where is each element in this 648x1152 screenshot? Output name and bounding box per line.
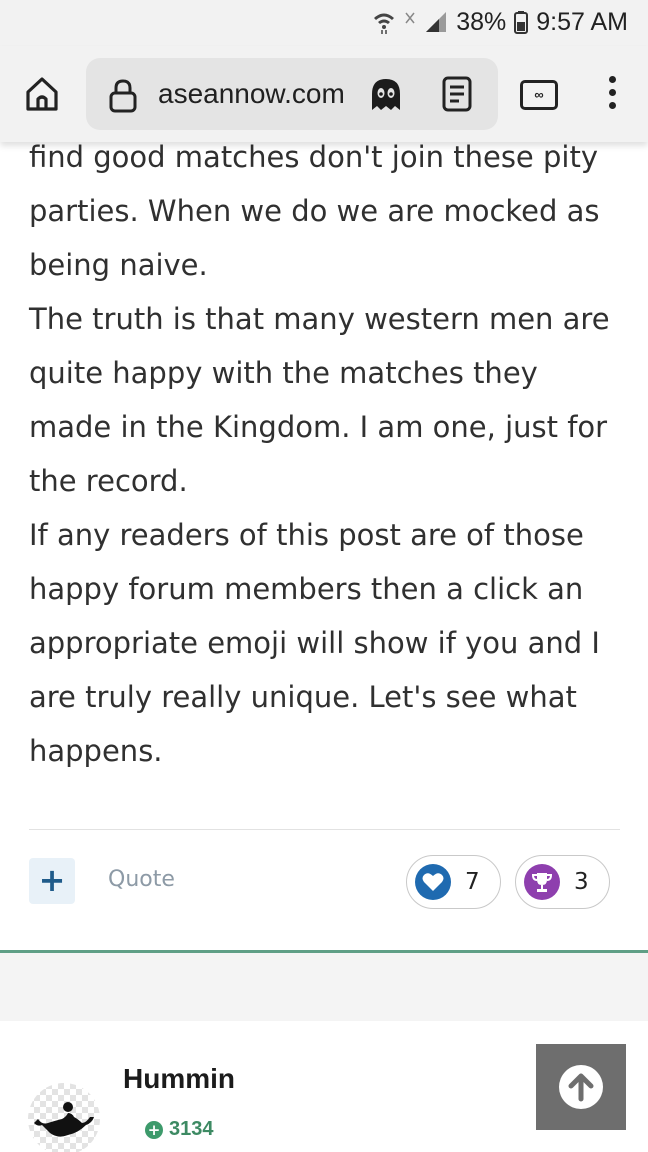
trophy-reaction-button[interactable]: 3 (515, 855, 610, 909)
like-count: 7 (465, 869, 480, 895)
reputation-count: 3134 (169, 1118, 214, 1140)
post-paragraph: If any readers of this post are of those… (29, 518, 600, 768)
plus-circle-icon: + (145, 1120, 163, 1139)
address-bar[interactable]: aseannow.com (86, 58, 498, 130)
battery-percent: 38% (456, 7, 507, 36)
trophy-icon (524, 864, 560, 900)
reputation-badge: + 3134 (145, 1118, 214, 1141)
wifi-icon (374, 13, 395, 34)
post-paragraph: The truth is that many western men are q… (29, 302, 610, 498)
like-reaction-button[interactable]: 7 (406, 855, 501, 909)
username[interactable]: Hummin (123, 1063, 235, 1095)
avatar[interactable] (28, 1083, 100, 1152)
tab-switcher-button[interactable]: ∞ (520, 80, 558, 110)
battery-icon (514, 11, 529, 34)
heart-icon (415, 864, 451, 900)
multiquote-button[interactable]: + (29, 858, 75, 904)
post-gap (0, 953, 648, 1021)
scroll-to-top-button[interactable] (536, 1044, 626, 1130)
cellular-signal-icon (426, 12, 447, 32)
status-icons: 38% 9:57 AM (372, 6, 628, 38)
clock: 9:57 AM (536, 7, 628, 36)
menu-dot (608, 89, 616, 96)
quote-button[interactable]: Quote (108, 867, 175, 892)
post-paragraph: find good matches don't join these pity … (29, 140, 600, 282)
lock-icon[interactable] (108, 78, 138, 114)
post-content: find good matches don't join these pity … (29, 130, 629, 778)
arrow-up-circle-icon (559, 1065, 603, 1109)
menu-dot (608, 102, 616, 109)
ghost-icon[interactable] (368, 76, 404, 114)
no-signal-icon (405, 12, 415, 24)
status-bar: 38% 9:57 AM (0, 0, 648, 46)
overflow-menu-button[interactable] (600, 76, 624, 116)
post-divider (29, 829, 620, 830)
menu-dot (608, 76, 616, 83)
home-icon (26, 77, 58, 111)
url-text[interactable]: aseannow.com (158, 78, 358, 110)
home-button[interactable] (22, 74, 62, 114)
trophy-count: 3 (574, 869, 589, 895)
browser-toolbar: aseannow.com ∞ (0, 46, 648, 142)
reader-mode-icon[interactable] (442, 76, 472, 112)
